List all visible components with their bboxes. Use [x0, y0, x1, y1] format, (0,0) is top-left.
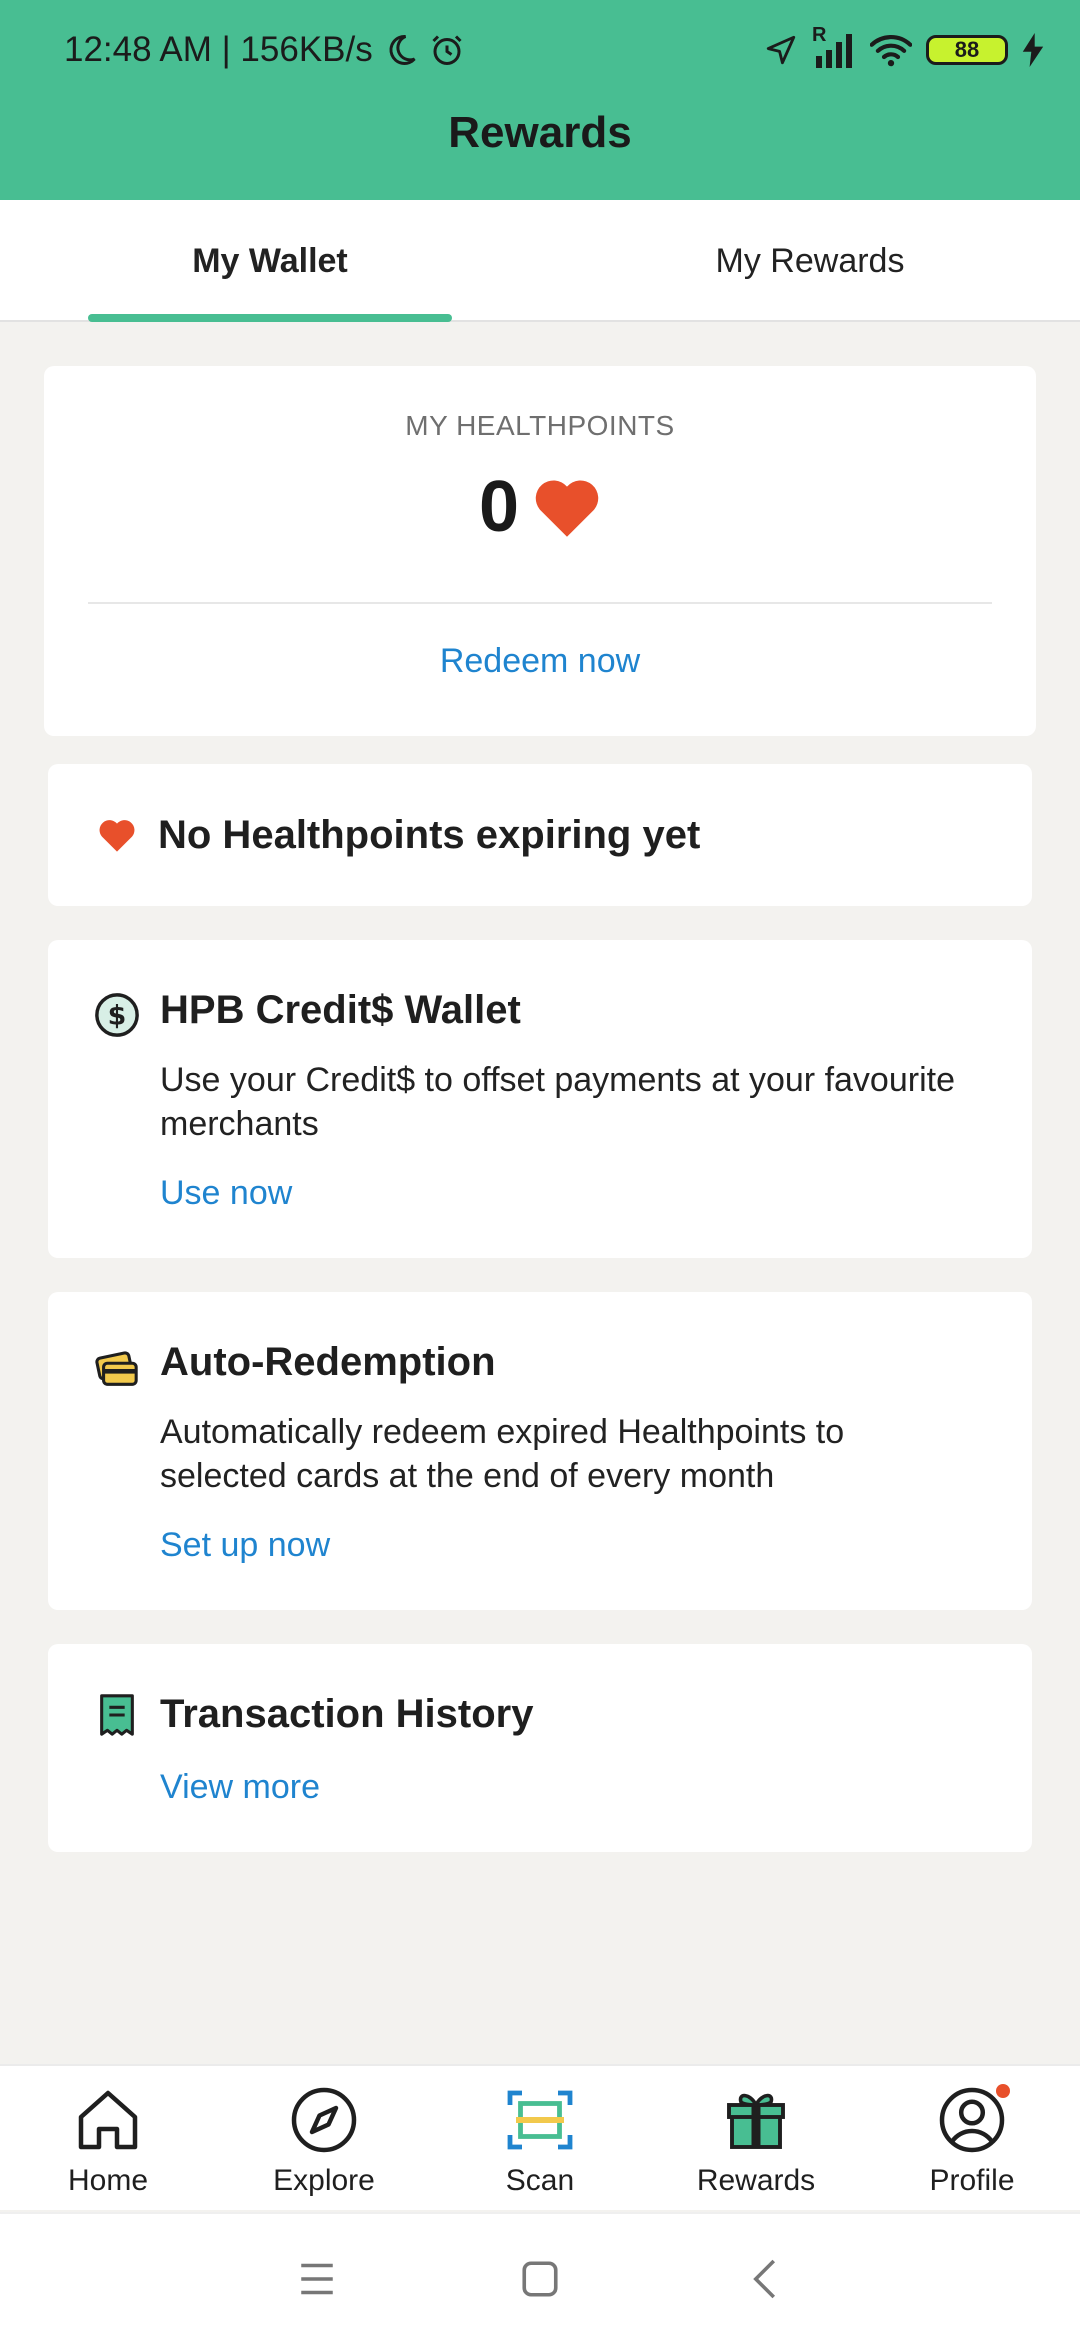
auto-redemption-description: Automatically redeem expired Healthpoint…: [160, 1413, 845, 1495]
app-header: 12:48 AM | 156KB/s R 88 Rewards: [0, 0, 1080, 200]
dollar-coin-icon: $: [95, 993, 139, 1037]
signal-icon: R: [812, 24, 856, 70]
healthpoints-label: MY HEALTHPOINTS: [405, 410, 675, 441]
profile-icon-wrap: [936, 2084, 1010, 2156]
nav-profile-label: Profile: [929, 2164, 1015, 2197]
nav-profile[interactable]: Profile: [864, 2066, 1080, 2212]
back-icon[interactable]: [740, 2252, 794, 2306]
transaction-history-card: Transaction History View more: [48, 1644, 1032, 1852]
nav-rewards[interactable]: Rewards: [648, 2066, 864, 2212]
nav-home-label: Home: [67, 2164, 149, 2197]
system-navigation-bar: [0, 2212, 1080, 2340]
location-icon: [766, 35, 796, 65]
expiry-card: No Healthpoints expiring yet: [48, 764, 1032, 906]
status-time: 12:48 AM | 156KB/s: [64, 30, 373, 69]
credit-wallet-description: Use your Credit$ to offset payments at y…: [160, 1061, 955, 1143]
credit-wallet-card: $ HPB Credit$ Wallet Use your Credit$ to…: [48, 940, 1032, 1258]
home-square-icon[interactable]: [513, 2252, 567, 2306]
heart-icon: [535, 480, 599, 537]
nav-rewards-label: Rewards: [696, 2164, 816, 2197]
set-up-now-link[interactable]: Set up now: [160, 1526, 330, 1565]
alarm-icon: [432, 35, 462, 65]
battery-indicator: 88: [926, 35, 1008, 65]
nav-home[interactable]: Home: [0, 2066, 216, 2212]
notification-dot: [996, 2084, 1010, 2098]
auto-redemption-title: Auto-Redemption: [160, 1340, 496, 1384]
svg-text:$: $: [108, 1001, 127, 1032]
transaction-history-title: Transaction History: [160, 1692, 534, 1736]
charging-icon: [1022, 33, 1044, 67]
gift-icon: [727, 2093, 785, 2149]
use-now-link[interactable]: Use now: [160, 1174, 292, 1213]
healthpoints-value: 0: [478, 467, 520, 547]
expiry-text: No Healthpoints expiring yet: [158, 812, 701, 857]
bottom-navigation: Home Explore Scan Rewards Profile: [0, 2064, 1080, 2210]
moon-icon: [389, 34, 416, 65]
nav-explore-label: Explore: [273, 2164, 375, 2197]
menu-icon[interactable]: [290, 2252, 344, 2306]
view-more-link[interactable]: View more: [160, 1768, 320, 1807]
page-title: Rewards: [448, 108, 632, 157]
cards-icon: [95, 1351, 138, 1386]
heart-icon: [99, 820, 135, 852]
home-icon: [78, 2090, 138, 2150]
wifi-icon: [870, 34, 912, 67]
healthpoints-value-row: 0: [44, 466, 1036, 548]
credit-wallet-title: HPB Credit$ Wallet: [160, 988, 521, 1032]
nav-explore[interactable]: Explore: [216, 2066, 432, 2212]
nav-scan[interactable]: Scan: [432, 2066, 648, 2212]
auto-redemption-card: Auto-Redemption Automatically redeem exp…: [48, 1292, 1032, 1610]
compass-icon: [291, 2087, 357, 2153]
divider: [88, 602, 992, 604]
nav-scan-label: Scan: [505, 2164, 575, 2197]
active-tab-indicator: [88, 314, 452, 322]
redeem-now-link[interactable]: Redeem now: [44, 642, 1036, 681]
healthpoints-card: MY HEALTHPOINTS 0 Redeem now: [44, 366, 1036, 736]
receipt-icon: [100, 1694, 134, 1736]
tab-bar: My Wallet My Rewards: [0, 200, 1080, 322]
status-right: R 88: [764, 24, 1044, 74]
status-bar: 12:48 AM | 156KB/s R 88: [0, 0, 1080, 100]
tab-my-wallet[interactable]: My Wallet: [88, 200, 452, 322]
signal-roaming-label: R: [812, 24, 827, 46]
status-left: 12:48 AM | 156KB/s: [64, 26, 465, 74]
tab-my-rewards[interactable]: My Rewards: [628, 200, 992, 322]
scan-icon: [507, 2090, 573, 2150]
